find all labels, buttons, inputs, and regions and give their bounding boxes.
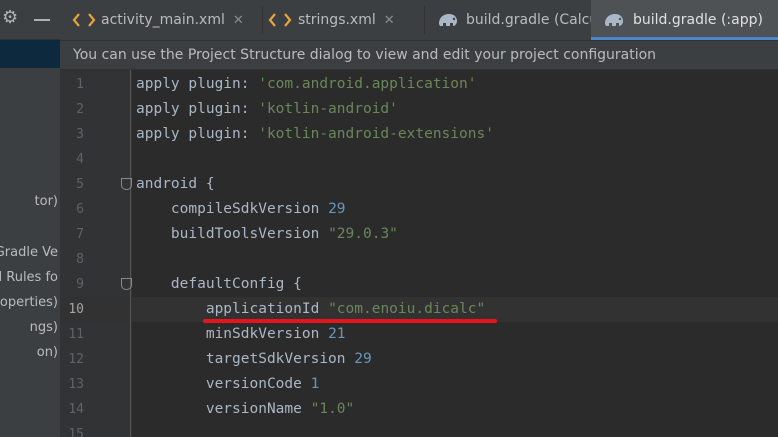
code-line[interactable]: defaultConfig { [136,272,302,297]
code-token: targetSdkVersion [136,351,355,367]
string-literal: 'kotlin-android' [258,101,398,117]
code-line[interactable]: apply plugin: 'kotlin-android-extensions… [136,122,494,147]
gradle-elephant-icon [439,14,457,26]
line-number: 4 [76,152,84,167]
number-literal: 29 [328,201,346,217]
code-line[interactable]: versionCode 1 [136,372,320,397]
code-line[interactable]: targetSdkVersion 29 [136,347,372,372]
string-literal: 'kotlin-android-extensions' [258,126,494,142]
code-token: versionName [136,401,311,417]
number-literal: 1 [310,376,320,392]
number-literal: 29 [354,351,372,367]
code-line[interactable]: buildToolsVersion "29.0.3" [136,222,398,247]
line-number: 7 [76,227,84,242]
close-icon[interactable]: ✕ [384,13,395,28]
xml-file-icon [268,13,292,27]
tab-label: build.gradle (:app) [633,12,763,28]
project-tree-item[interactable]: d Rules fo [0,270,58,286]
code-token: compileSdkVersion [136,201,329,217]
fold-marker-icon[interactable] [121,278,132,290]
code-line[interactable]: versionName "1.0" [136,397,354,422]
tab-label: strings.xml [298,12,376,28]
line-number: 2 [76,102,84,117]
line-number: 14 [68,402,84,417]
tab-strings-xml[interactable]: strings.xml ✕ [263,0,423,40]
code-token: defaultConfig { [136,276,302,292]
project-tree-item[interactable]: tor) [35,194,58,210]
line-number: 10 [68,302,84,317]
string-literal: "1.0" [310,401,355,417]
editor-tab-bar: activity_main.xml ✕ strings.xml ✕ build.… [60,0,778,40]
code-token: apply plugin: [136,76,259,92]
gradle-elephant-icon [605,14,623,26]
code-line[interactable]: android { [136,172,215,197]
project-tree-item[interactable]: on) [37,345,58,361]
code-token: minSdkVersion [136,326,329,342]
code-token: android { [136,176,215,192]
code-token: versionCode [136,376,311,392]
line-number: 12 [68,352,84,367]
line-number: 3 [76,127,84,142]
code-token: buildToolsVersion [136,226,329,242]
code-line[interactable]: apply plugin: 'com.android.application' [136,72,476,97]
line-number: 15 [68,427,84,437]
line-number: 6 [76,202,84,217]
line-number: 13 [68,377,84,392]
xml-file-icon [72,13,96,27]
line-number: 11 [68,327,84,342]
string-literal: "com.enoiu.dicalc" [328,301,486,317]
tab-build-gradle-app[interactable]: build.gradle (:app) [591,0,778,40]
minimize-icon[interactable] [34,19,50,21]
application-id-underline-annotation [203,319,497,323]
code-line[interactable]: apply plugin: 'kotlin-android' [136,97,398,122]
project-tree-selected-row[interactable] [0,40,60,68]
notification-text: You can use the Project Structure dialog… [73,47,657,63]
project-tree-item[interactable]: Gradle Ve [0,245,58,261]
code-line[interactable]: minSdkVersion 21 [136,322,346,347]
string-literal: 'com.android.application' [258,76,477,92]
tab-activity-main-xml[interactable]: activity_main.xml ✕ [66,0,262,40]
gear-icon[interactable]: ⚙ [2,8,18,28]
project-tree-item[interactable]: operties) [0,295,58,311]
code-token: apply plugin: [136,126,259,142]
project-tree-item[interactable]: ngs) [30,320,58,336]
project-panel-toolbar: ⚙ [0,0,60,40]
line-number: 8 [76,252,84,267]
line-number: 5 [76,177,84,192]
number-literal: 21 [328,326,346,342]
fold-marker-icon[interactable] [121,178,132,190]
line-number: 1 [76,77,84,92]
line-number: 9 [76,277,84,292]
code-token: applicationId [136,301,329,317]
close-icon[interactable]: ✕ [233,13,244,28]
project-structure-notification: You can use the Project Structure dialog… [60,40,778,70]
project-panel: ⚙ tor) Gradle Ve d Rules fo operties) ng… [0,0,60,437]
code-token: apply plugin: [136,101,259,117]
tab-label: activity_main.xml [101,12,225,28]
string-literal: "29.0.3" [328,226,398,242]
code-line[interactable]: compileSdkVersion 29 [136,197,346,222]
